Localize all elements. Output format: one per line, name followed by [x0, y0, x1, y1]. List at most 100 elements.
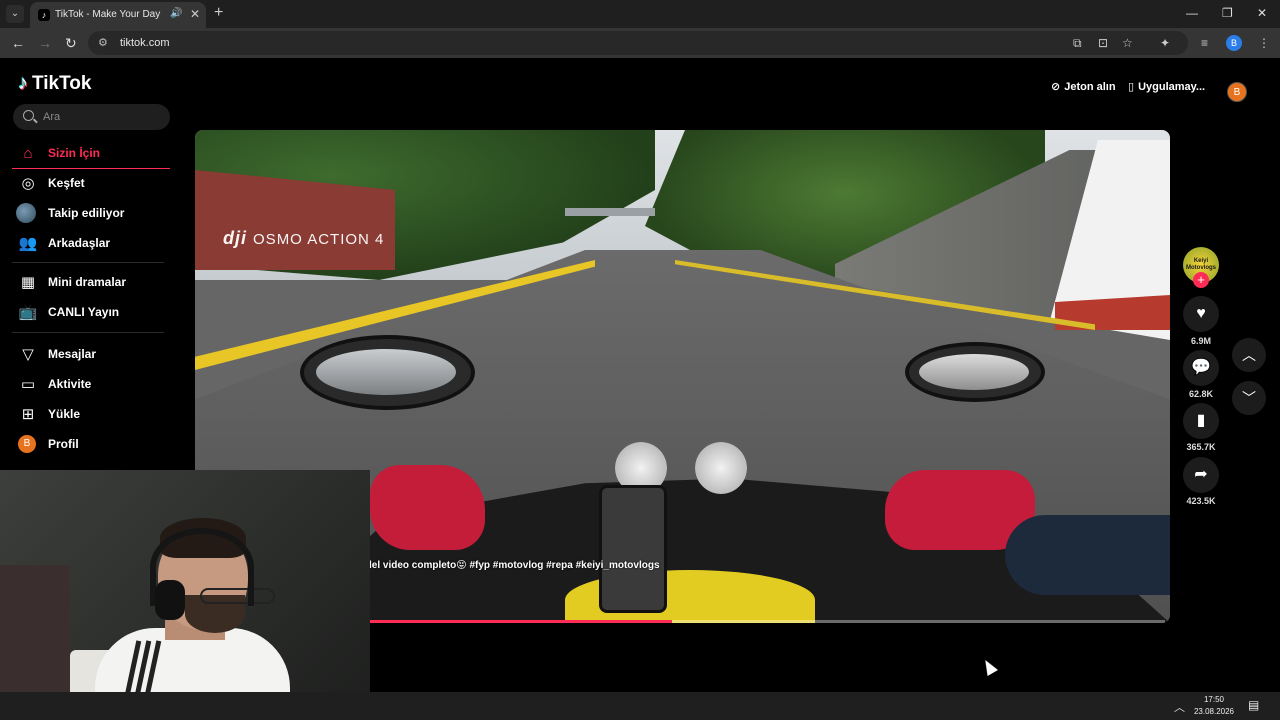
nav-label: Arkadaşlar	[48, 236, 111, 250]
tab-title: TikTok - Make Your Day	[55, 9, 161, 20]
search-icon[interactable]	[23, 110, 34, 121]
nav-live[interactable]: 📺 CANLI Yayın	[12, 297, 170, 327]
share-count: 423.5K	[1186, 496, 1216, 506]
nav-label: Keşfet	[48, 176, 85, 190]
video-progress-fill	[370, 620, 673, 623]
nav-label: Mesajlar	[48, 347, 97, 361]
compass-icon: ◎	[21, 175, 35, 192]
new-tab-icon[interactable]: +	[214, 4, 223, 22]
logo-text: TikTok	[32, 72, 92, 94]
video-progress-bar[interactable]	[370, 620, 1165, 623]
get-app-button[interactable]: ▯ Uygulamay...	[1128, 80, 1206, 94]
nav-divider	[12, 332, 164, 333]
video-frame-arm	[1005, 515, 1170, 595]
site-info-icon[interactable]: ⚙	[98, 36, 108, 49]
media-control-icon[interactable]: ≡	[1201, 36, 1208, 50]
reload-icon[interactable]: ↻	[65, 35, 77, 52]
video-frame-overpass	[565, 208, 655, 216]
previous-video-chevron-up-icon[interactable]: ︿	[1232, 338, 1266, 372]
comment-bubble-icon[interactable]: 💬	[1183, 350, 1219, 386]
nav-activity[interactable]: ▭ Aktivite	[12, 369, 170, 399]
get-coins-button[interactable]: ⊘ Jeton alın	[1051, 80, 1116, 94]
tiktok-logo[interactable]: ♪ TikTok	[18, 72, 91, 95]
phone-icon: ▯	[1128, 81, 1135, 93]
restore-icon[interactable]: ❐	[1222, 6, 1233, 20]
search-box[interactable]	[13, 104, 170, 130]
video-frame-glove	[370, 465, 485, 550]
webcam-headset-earcup	[155, 580, 185, 620]
nav-for-you[interactable]: ⌂ Sizin İçin	[12, 138, 170, 168]
video-frame-phone	[599, 485, 667, 613]
next-video-chevron-down-icon[interactable]: ﹀	[1232, 381, 1266, 415]
profile-avatar: B	[18, 435, 36, 453]
forward-arrow-icon[interactable]: →	[38, 35, 52, 51]
nav-label: Mini dramalar	[48, 275, 127, 289]
os-taskbar: ︿ 17:50 23.08.2026 ▤	[0, 692, 1280, 720]
nav-label: Yükle	[48, 407, 81, 421]
header-profile-avatar[interactable]: B	[1227, 82, 1247, 102]
get-app-label: Uygulamay...	[1138, 80, 1206, 93]
nav-following[interactable]: Takip ediliyor	[12, 198, 170, 228]
nav-label: Sizin İçin	[48, 146, 101, 160]
nav-label: Takip ediliyor	[48, 206, 125, 220]
film-icon: ▦	[20, 274, 36, 291]
install-app-icon[interactable]: ⊡	[1098, 36, 1108, 50]
friends-icon: 👥	[18, 235, 38, 252]
tab-close-icon[interactable]: ✕	[190, 7, 200, 21]
translate-icon[interactable]: ⧉	[1073, 36, 1082, 51]
extensions-icon[interactable]: ✦	[1160, 36, 1170, 50]
like-count: 6.9M	[1190, 336, 1211, 346]
back-arrow-icon[interactable]: ←	[11, 35, 25, 51]
comment-count: 62.8K	[1188, 389, 1214, 399]
live-tv-icon: 📺	[18, 304, 38, 321]
home-icon: ⌂	[23, 144, 33, 162]
following-avatar	[16, 203, 36, 223]
nav-mini-dramas[interactable]: ▦ Mini dramalar	[12, 267, 170, 297]
nav-messages[interactable]: ▽ Mesajlar	[12, 339, 170, 369]
get-coins-label: Jeton alın	[1064, 80, 1116, 93]
nav-label: Aktivite	[48, 377, 92, 391]
nav-explore[interactable]: ◎ Keşfet	[12, 168, 170, 198]
watermark-brand: dji	[223, 228, 247, 248]
browser-profile-avatar[interactable]: B	[1226, 35, 1242, 51]
nav-label: Profil	[48, 437, 79, 451]
tiktok-note-icon: ♪	[18, 72, 28, 94]
tiktok-favicon-icon: ♪	[38, 9, 50, 21]
tab-audio-icon[interactable]: 🔊	[170, 8, 182, 19]
notification-icon[interactable]: ▤	[1248, 698, 1259, 712]
webcam-overlay	[0, 470, 370, 720]
url-text: tiktok.com	[120, 37, 170, 49]
bookmark-star-icon[interactable]: ☆	[1122, 36, 1133, 50]
dji-watermark: dji OSMO ACTION 4	[223, 228, 384, 249]
nav-upload[interactable]: ⊞ Yükle	[12, 399, 170, 429]
address-bar[interactable]: ⚙ tiktok.com	[88, 31, 1188, 55]
window-close-icon[interactable]: ✕	[1257, 6, 1267, 20]
nav-friends[interactable]: 👥 Arkadaşlar	[12, 228, 170, 258]
like-heart-icon[interactable]: ♥	[1183, 296, 1219, 332]
search-input[interactable]	[43, 104, 163, 130]
creator-avatar-label: Keiyi Motovlogs	[1186, 258, 1216, 271]
video-frame-mirror	[300, 335, 475, 410]
video-caption[interactable]: lel video completo😝 #fyp #motovlog #repa…	[369, 560, 660, 571]
bookmark-icon[interactable]: ▮	[1183, 403, 1219, 439]
watermark-product: OSMO ACTION 4	[253, 231, 385, 248]
browser-toolbar: ← → ↻ ⚙ tiktok.com ⧉ ⊡ ☆ ✦ ≡ B ⋮	[0, 28, 1280, 58]
save-count: 365.7K	[1186, 442, 1216, 452]
nav-divider	[12, 262, 164, 263]
browser-menu-icon[interactable]: ⋮	[1258, 36, 1270, 50]
nav-label: CANLI Yayın	[48, 305, 120, 319]
clock-date[interactable]: 23.08.2026	[1192, 707, 1236, 716]
follow-plus-icon[interactable]: +	[1193, 272, 1209, 288]
clock-time[interactable]: 17:50	[1192, 695, 1236, 704]
coin-icon: ⊘	[1051, 81, 1061, 93]
tray-chevron-up-icon[interactable]: ︿	[1174, 699, 1185, 715]
upload-plus-icon: ⊞	[21, 406, 35, 423]
activity-icon: ▭	[20, 376, 36, 393]
tab-search-icon[interactable]: ⌄	[6, 5, 24, 23]
browser-tab-strip: ⌄ ♪ TikTok - Make Your Day 🔊 ✕ + — ❐ ✕	[0, 0, 1280, 28]
video-frame-mirror	[905, 342, 1045, 402]
minimize-icon[interactable]: —	[1186, 6, 1198, 20]
nav-profile[interactable]: B Profil	[12, 429, 170, 459]
share-arrow-icon[interactable]: ➦	[1183, 457, 1219, 493]
browser-tab[interactable]: ♪ TikTok - Make Your Day 🔊 ✕	[30, 2, 206, 28]
